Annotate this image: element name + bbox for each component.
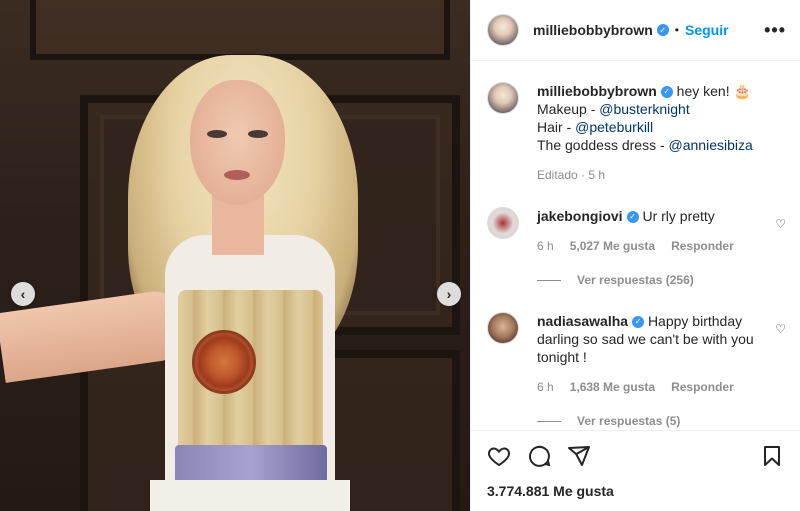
comment-heart-icon[interactable]: ♡: [775, 217, 786, 231]
comment-username[interactable]: nadiasawalha: [537, 313, 628, 329]
caption-meta: Editado · 5 h: [537, 166, 786, 184]
skirt: [150, 480, 350, 511]
follow-button[interactable]: Seguir: [685, 22, 729, 38]
comment-item: jakebongiovi ✓ Ur rly pretty 6 h 5,027 Me…: [487, 207, 786, 287]
reply-button[interactable]: Responder: [671, 237, 734, 255]
view-replies-link[interactable]: Ver respuestas (5): [537, 414, 786, 428]
comment-icon[interactable]: [527, 444, 551, 468]
heart-icon[interactable]: [487, 444, 511, 468]
post-photo[interactable]: ‹ ›: [0, 0, 470, 511]
author-avatar[interactable]: [487, 82, 519, 114]
comment-likes[interactable]: 1,638 Me gusta: [570, 378, 655, 396]
lips: [224, 170, 250, 180]
carousel-next-button[interactable]: ›: [437, 282, 461, 306]
eye: [207, 130, 227, 138]
comment-username[interactable]: jakebongiovi: [537, 208, 623, 224]
comment-item: nadiasawalha ✓ Happy birthday darling so …: [487, 312, 786, 428]
verified-icon: ✓: [626, 211, 639, 224]
wood-panel: [30, 0, 450, 60]
corset-medallion: [192, 330, 256, 394]
mention-link[interactable]: @anniesibiza: [669, 137, 753, 153]
commenter-avatar[interactable]: [487, 207, 519, 239]
post-side-panel: milliebobbybrown ✓ • Seguir ••• milliebo…: [470, 0, 800, 511]
reply-button[interactable]: Responder: [671, 378, 734, 396]
bookmark-icon[interactable]: [760, 444, 784, 468]
separator-dot: •: [674, 23, 679, 37]
view-replies-link[interactable]: Ver respuestas (256): [537, 273, 786, 287]
mention-link[interactable]: @busterknight: [599, 101, 689, 117]
comment-likes[interactable]: 5,027 Me gusta: [570, 237, 655, 255]
verified-icon: ✓: [632, 316, 645, 329]
belt: [175, 445, 327, 483]
caption-line-makeup: Makeup - @busterknight: [537, 101, 690, 117]
comment-text: Ur rly pretty: [642, 208, 715, 224]
more-options-icon[interactable]: •••: [764, 20, 786, 41]
caption-text: hey ken! 🎂: [676, 83, 751, 99]
comments-area[interactable]: milliebobbybrown ✓ hey ken! 🎂 Makeup - @b…: [471, 62, 800, 430]
divider: [537, 420, 561, 422]
eye: [248, 130, 268, 138]
caption: milliebobbybrown ✓ hey ken! 🎂 Makeup - @b…: [487, 82, 786, 184]
carousel-prev-button[interactable]: ‹: [11, 282, 35, 306]
comment-time: 6 h: [537, 380, 554, 394]
comment-time: 6 h: [537, 239, 554, 253]
author-avatar[interactable]: [487, 14, 519, 46]
author-username[interactable]: milliebobbybrown: [533, 22, 653, 38]
verified-icon: ✓: [656, 24, 669, 36]
face: [190, 80, 285, 205]
divider: [537, 279, 561, 281]
share-icon[interactable]: [567, 444, 591, 468]
action-bar: [471, 430, 800, 480]
caption-line-hair: Hair - @peteburkill: [537, 119, 654, 135]
caption-username[interactable]: milliebobbybrown: [537, 83, 657, 99]
caption-line-dress: The goddess dress - @anniesibiza: [537, 137, 753, 153]
edited-timestamp: Editado · 5 h: [537, 168, 606, 182]
comment-meta: 6 h 5,027 Me gusta Responder: [537, 237, 786, 255]
comment-meta: 6 h 1,638 Me gusta Responder: [537, 378, 786, 396]
post-header: milliebobbybrown ✓ • Seguir •••: [471, 0, 800, 61]
verified-icon: ✓: [660, 86, 673, 99]
comment-heart-icon[interactable]: ♡: [775, 322, 786, 336]
mention-link[interactable]: @peteburkill: [575, 119, 653, 135]
post-likes-count[interactable]: 3.774.881 Me gusta: [487, 483, 614, 499]
commenter-avatar[interactable]: [487, 312, 519, 344]
